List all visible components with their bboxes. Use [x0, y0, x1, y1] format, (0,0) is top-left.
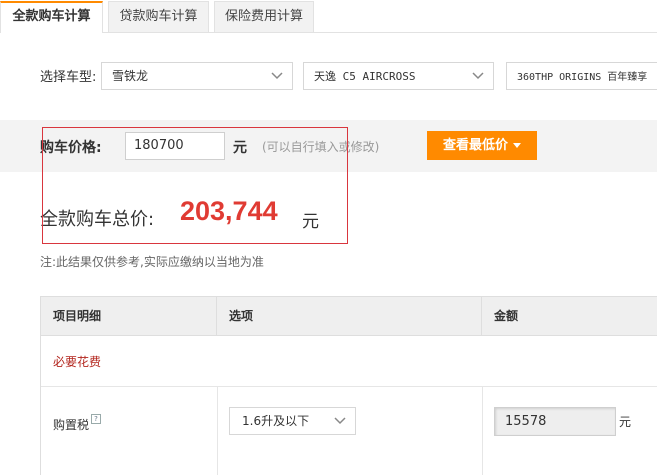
column-header-option: 选项 [217, 297, 482, 335]
brand-select-value: 雪铁龙 [112, 69, 149, 83]
tab-loan[interactable]: 贷款购车计算 [108, 1, 209, 32]
price-input[interactable]: 180700 [125, 132, 225, 160]
total-price-unit: 元 [302, 212, 319, 232]
section-row-required: 必要花费 [41, 336, 657, 387]
chevron-down-icon [472, 72, 484, 80]
model-select[interactable]: 天逸 C5 AIRCROSS [303, 62, 494, 90]
cost-table: 项目明细 选项 金额 必要花费 购置税? 1.6升及以下 15578 元 [40, 296, 657, 475]
displacement-select[interactable]: 1.6升及以下 [229, 407, 356, 435]
car-model-label: 选择车型: [40, 70, 97, 85]
brand-select[interactable]: 雪铁龙 [101, 62, 293, 90]
total-price-label: 全款购车总价: [40, 209, 155, 230]
price-label: 购车价格: [40, 140, 102, 156]
caret-down-icon [513, 143, 521, 148]
trim-select[interactable]: 360THP ORIGINS 百年臻享 [506, 62, 657, 90]
lowest-price-button[interactable]: 查看最低价 [427, 131, 537, 160]
trim-select-value: 360THP ORIGINS 百年臻享 [517, 72, 648, 83]
chevron-down-icon [334, 417, 346, 425]
car-price-calculator: 全款购车计算 贷款购车计算 保险费用计算 选择车型: 雪铁龙 天逸 C5 AIR… [0, 0, 657, 475]
purchase-tax-label: 购置税? [53, 414, 102, 433]
lowest-price-button-label: 查看最低价 [442, 138, 508, 153]
displacement-select-value: 1.6升及以下 [242, 414, 310, 428]
price-unit: 元 [233, 140, 247, 156]
tab-insurance[interactable]: 保险费用计算 [214, 1, 314, 32]
cell-divider [482, 387, 483, 475]
tab-full-payment[interactable]: 全款购车计算 [0, 1, 103, 33]
cell-divider [217, 387, 218, 475]
table-row: 购置税? 1.6升及以下 15578 元 [41, 387, 657, 475]
column-header-item: 项目明细 [41, 297, 217, 335]
purchase-tax-amount-field[interactable]: 15578 [494, 407, 616, 436]
amount-unit: 元 [619, 415, 632, 429]
help-icon[interactable]: ? [91, 414, 102, 424]
calculator-tabs: 全款购车计算 贷款购车计算 保险费用计算 [0, 0, 657, 33]
total-price-value: 203,744 [180, 196, 278, 226]
section-title-required-costs: 必要花费 [53, 355, 102, 369]
disclaimer-note: 注:此结果仅供参考,实际应缴纳以当地为准 [40, 255, 264, 269]
column-header-amount: 金额 [494, 309, 519, 323]
chevron-down-icon [271, 72, 283, 80]
table-header: 项目明细 选项 金额 [41, 297, 657, 336]
price-hint: (可以自行填入或修改) [262, 140, 380, 154]
purchase-tax-text: 购置税 [53, 418, 90, 432]
model-select-value: 天逸 C5 AIRCROSS [314, 70, 416, 83]
